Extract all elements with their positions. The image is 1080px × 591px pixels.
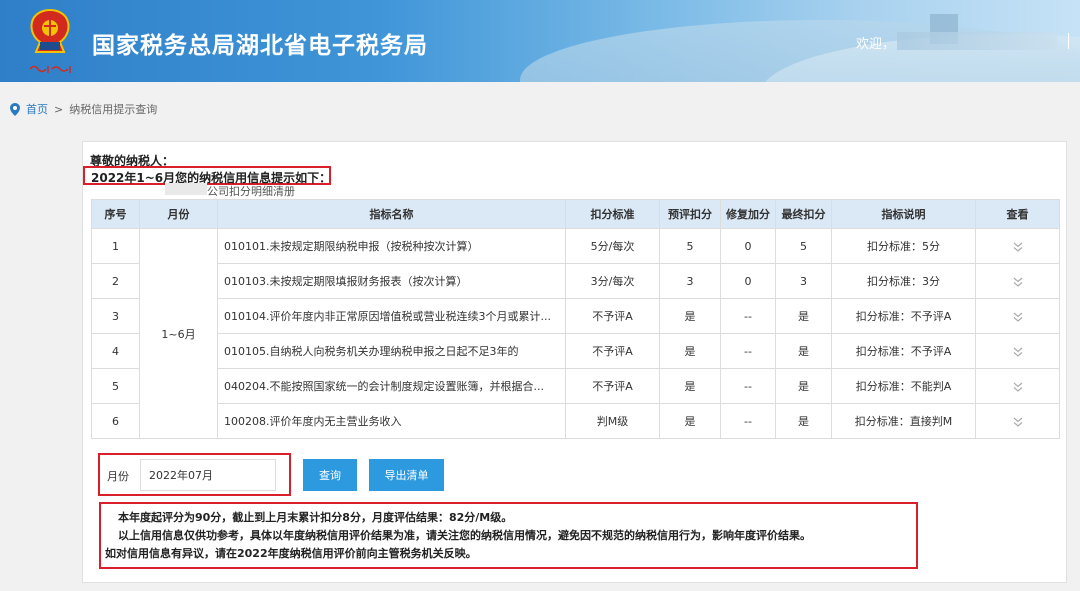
- row-description: 扣分标准：5分: [831, 228, 976, 264]
- row-repair: --: [720, 333, 776, 369]
- row-final: 是: [775, 298, 832, 334]
- row-indicator: 100208.评价年度内无主营业务收入: [217, 403, 566, 439]
- row-description: 扣分标准：3分: [831, 263, 976, 299]
- objection-note-text: 如对信用信息有异议，请在2022年度纳税信用评价前向主管税务机关反映。: [105, 547, 477, 560]
- breadcrumb-home-link[interactable]: 首页: [26, 101, 48, 117]
- row-description: 扣分标准：直接判M: [831, 403, 976, 439]
- header-divider: [1068, 33, 1069, 49]
- table-row: 3 010104.评价年度内非正常原因增值税或营业税连续3个月或累计... 不予…: [91, 298, 1060, 334]
- row-standard: 3分/每次: [565, 263, 660, 299]
- table-row: 2 010103.未按规定期限填报财务报表（按次计算） 3分/每次 3 0 3 …: [91, 263, 1060, 299]
- breadcrumb: 首页 > 纳税信用提示查询: [10, 101, 157, 117]
- row-standard: 不予评A: [565, 298, 660, 334]
- row-no: 4: [91, 333, 140, 369]
- table-row: 4 010105.自纳税人向税务机关办理纳税申报之日起不足3年的 不予评A 是 …: [91, 333, 1060, 369]
- breadcrumb-separator: >: [54, 102, 64, 116]
- table-header-row: 序号 月份 指标名称 扣分标准 预评扣分 修复加分 最终扣分 指标说明 查看: [91, 199, 1060, 229]
- row-view-cell: [975, 368, 1060, 404]
- row-repair: 0: [720, 263, 776, 299]
- row-pre-deduction: 5: [659, 228, 721, 264]
- row-pre-deduction: 3: [659, 263, 721, 299]
- location-pin-icon: [10, 102, 20, 116]
- row-final: 是: [775, 368, 832, 404]
- tax-emblem-caption-icon: [29, 65, 71, 73]
- col-header-month: 月份: [139, 199, 218, 229]
- row-view-cell: [975, 403, 1060, 439]
- row-description: 扣分标准：不予评A: [831, 333, 976, 369]
- double-chevron-down-icon[interactable]: [1012, 242, 1024, 252]
- row-repair: --: [720, 368, 776, 404]
- row-view-cell: [975, 298, 1060, 334]
- score-summary-text: 本年度起评分为90分，截止到上月末累计扣分8分，月度评估结果：82分/M级。: [118, 511, 513, 524]
- row-no: 6: [91, 403, 140, 439]
- row-month: 1~6月: [139, 228, 218, 439]
- row-view-cell: [975, 263, 1060, 299]
- row-indicator: 010104.评价年度内非正常原因增值税或营业税连续3个月或累计...: [217, 298, 566, 334]
- query-button[interactable]: 查询: [303, 459, 357, 491]
- row-pre-deduction: 是: [659, 403, 721, 439]
- row-description: 扣分标准：不予评A: [831, 298, 976, 334]
- row-pre-deduction: 是: [659, 298, 721, 334]
- table-row: 1 1~6月 010101.未按规定期限纳税申报（按税种按次计算） 5分/每次 …: [91, 228, 1060, 439]
- reference-note-text: 以上信用信息仅供功参考，具体以年度纳税信用评价结果为准，请关注您的纳税信用情况，…: [118, 529, 811, 542]
- export-list-button[interactable]: 导出清单: [369, 459, 444, 491]
- double-chevron-down-icon[interactable]: [1012, 417, 1024, 427]
- row-final: 是: [775, 333, 832, 369]
- col-header-repair: 修复加分: [720, 199, 776, 229]
- breadcrumb-current: 纳税信用提示查询: [69, 103, 158, 116]
- row-description: 扣分标准：不能判A: [831, 368, 976, 404]
- deduction-detail-link[interactable]: 公司扣分明细清册: [207, 183, 295, 199]
- col-header-standard: 扣分标准: [565, 199, 660, 229]
- col-header-pre-deduction: 预评扣分: [659, 199, 721, 229]
- row-repair: 0: [720, 228, 776, 264]
- row-standard: 不予评A: [565, 333, 660, 369]
- double-chevron-down-icon[interactable]: [1012, 382, 1024, 392]
- row-no: 5: [91, 368, 140, 404]
- username-redacted: [897, 32, 1057, 50]
- row-view-cell: [975, 333, 1060, 369]
- row-no: 1: [91, 228, 140, 264]
- row-final: 是: [775, 403, 832, 439]
- welcome-text: 欢迎，: [856, 37, 896, 52]
- row-no: 2: [91, 263, 140, 299]
- row-standard: 不予评A: [565, 368, 660, 404]
- double-chevron-down-icon[interactable]: [1012, 312, 1024, 322]
- row-indicator: 010103.未按规定期限填报财务报表（按次计算）: [217, 263, 566, 299]
- month-label: 月份: [107, 470, 129, 483]
- row-view-cell: [975, 228, 1060, 264]
- credit-deduction-table: 序号 月份 指标名称 扣分标准 预评扣分 修复加分 最终扣分 指标说明 查看 1…: [91, 199, 1060, 439]
- col-header-no: 序号: [91, 199, 140, 229]
- company-name-redacted: [165, 183, 207, 195]
- row-standard: 判M级: [565, 403, 660, 439]
- row-indicator: 010101.未按规定期限纳税申报（按税种按次计算）: [217, 228, 566, 264]
- row-repair: --: [720, 403, 776, 439]
- double-chevron-down-icon[interactable]: [1012, 277, 1024, 287]
- table-row: 6 100208.评价年度内无主营业务收入 判M级 是 -- 是 扣分标准：直接…: [91, 403, 1060, 439]
- col-header-description: 指标说明: [831, 199, 976, 229]
- tax-emblem-icon: [30, 8, 70, 53]
- row-indicator: 010105.自纳税人向税务机关办理纳税申报之日起不足3年的: [217, 333, 566, 369]
- row-no: 3: [91, 298, 140, 334]
- col-header-view: 查看: [975, 199, 1060, 229]
- row-pre-deduction: 是: [659, 368, 721, 404]
- col-header-indicator: 指标名称: [217, 199, 566, 229]
- row-pre-deduction: 是: [659, 333, 721, 369]
- row-standard: 5分/每次: [565, 228, 660, 264]
- double-chevron-down-icon[interactable]: [1012, 347, 1024, 357]
- row-final: 5: [775, 228, 832, 264]
- month-input[interactable]: [140, 459, 276, 491]
- site-header: 国家税务总局湖北省电子税务局 欢迎，: [0, 0, 1080, 82]
- site-title: 国家税务总局湖北省电子税务局: [92, 33, 428, 59]
- table-row: 5 040204.不能按照国家统一的会计制度规定设置账簿，并根据合... 不予评…: [91, 368, 1060, 404]
- row-final: 3: [775, 263, 832, 299]
- col-header-final: 最终扣分: [775, 199, 832, 229]
- row-repair: --: [720, 298, 776, 334]
- row-indicator: 040204.不能按照国家统一的会计制度规定设置账簿，并根据合...: [217, 368, 566, 404]
